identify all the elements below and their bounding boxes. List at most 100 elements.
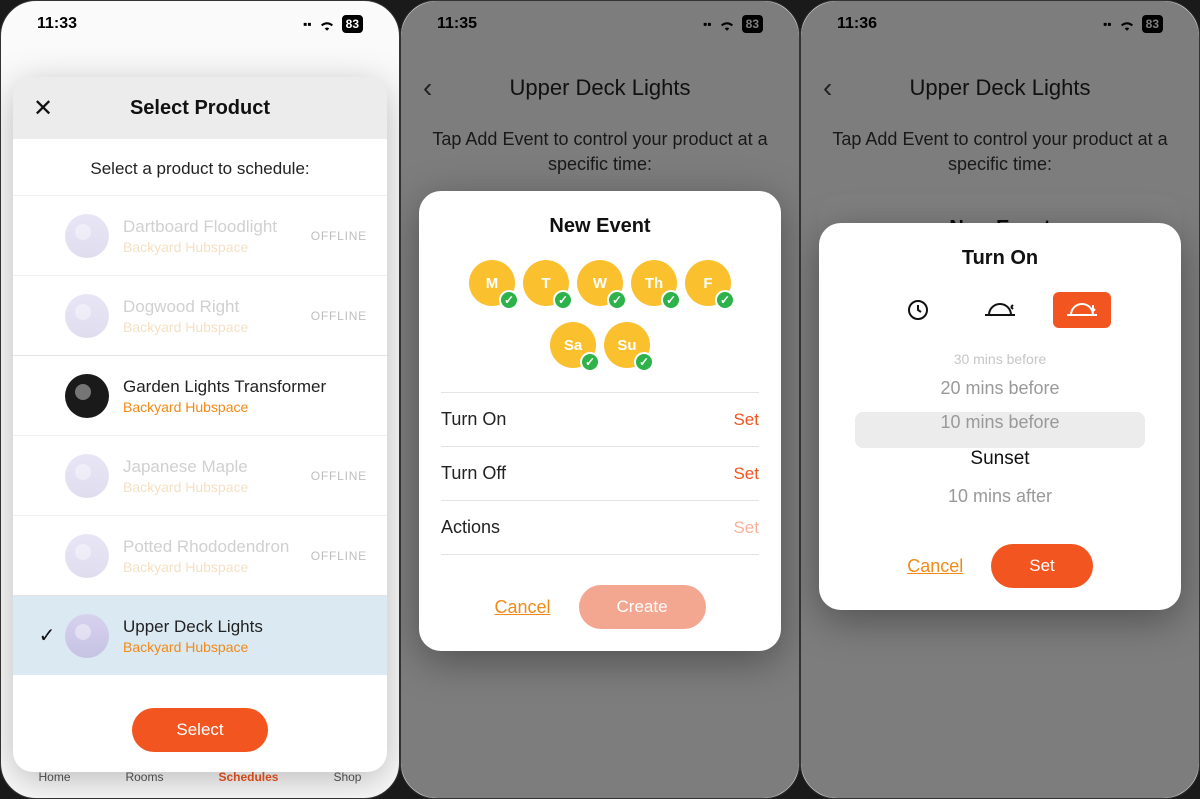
product-row[interactable]: Garden Lights Transformer Backyard Hubsp… [13, 355, 387, 435]
event-row[interactable]: Turn Off Set [441, 446, 759, 500]
product-row[interactable]: Dartboard Floodlight Backyard Hubspace O… [13, 195, 387, 275]
product-row[interactable]: Japanese Maple Backyard Hubspace OFFLINE [13, 435, 387, 515]
day-toggle[interactable]: F✓ [685, 260, 731, 306]
create-button[interactable]: Create [579, 585, 706, 629]
set-link[interactable]: Set [733, 464, 759, 484]
day-toggle[interactable]: Sa✓ [550, 322, 596, 368]
check-icon: ✓ [33, 623, 61, 648]
turn-on-dialog: Turn On 30 mins before 20 mins before 10 m… [819, 223, 1181, 610]
dialog-title: Turn On [841, 247, 1159, 270]
product-text: Upper Deck Lights Backyard Hubspace [123, 616, 367, 655]
new-event-dialog: New Event M✓T✓W✓Th✓F✓Sa✓Su✓ Turn On SetT… [419, 191, 781, 651]
sunset-mode[interactable] [1053, 292, 1111, 328]
set-button[interactable]: Set [991, 544, 1093, 588]
nav-shop[interactable]: Shop [333, 770, 361, 784]
cancel-button[interactable]: Cancel [907, 556, 963, 577]
nav-rooms[interactable]: Rooms [125, 770, 163, 784]
product-hub: Backyard Hubspace [123, 239, 311, 255]
check-badge-icon: ✓ [607, 290, 627, 310]
sheet-subtitle: Select a product to schedule: [13, 139, 387, 195]
product-text: Dartboard Floodlight Backyard Hubspace [123, 216, 311, 255]
select-product-sheet: ✕ Select Product Select a product to sch… [13, 77, 387, 772]
product-row[interactable]: Dogwood Right Backyard Hubspace OFFLINE [13, 275, 387, 355]
clock: 11:33 [37, 15, 77, 33]
day-toggle[interactable]: W✓ [577, 260, 623, 306]
dialog-title: New Event [441, 215, 759, 238]
battery: 83 [1142, 15, 1163, 33]
product-icon [65, 374, 109, 418]
product-list[interactable]: Dartboard Floodlight Backyard Hubspace O… [13, 195, 387, 692]
product-icon [65, 614, 109, 658]
back-icon[interactable]: ‹ [423, 72, 432, 104]
product-row[interactable]: ✓ Upper Deck Lights Backyard Hubspace [13, 595, 387, 675]
wifi-icon [1118, 17, 1136, 31]
day-toggle[interactable]: Su✓ [604, 322, 650, 368]
page-subhead: Tap Add Event to control your product at… [401, 127, 799, 177]
sheet-header: ✕ Select Product [13, 77, 387, 139]
event-row[interactable]: Turn On Set [441, 392, 759, 446]
nav-schedules[interactable]: Schedules [218, 770, 278, 784]
battery: 83 [342, 15, 363, 33]
product-icon [65, 454, 109, 498]
status-bar: 11:33 ▪▪ 83 [1, 1, 399, 47]
product-name: Potted Rhododendron [123, 536, 311, 557]
product-icon [65, 214, 109, 258]
picker-option[interactable]: 20 mins before [940, 374, 1059, 402]
wifi-icon [718, 17, 736, 31]
product-name: Dartboard Floodlight [123, 216, 311, 237]
close-icon[interactable]: ✕ [33, 94, 53, 123]
product-hub: Backyard Hubspace [123, 399, 367, 415]
picker-option[interactable]: 10 mins before [940, 408, 1059, 436]
cancel-button[interactable]: Cancel [494, 597, 550, 618]
back-icon[interactable]: ‹ [823, 72, 832, 104]
offset-picker[interactable]: 30 mins before 20 mins before 10 mins befo… [841, 344, 1159, 514]
product-icon [65, 294, 109, 338]
status-bar: 11:35 ▪▪ 83 [401, 1, 799, 47]
page-title: Upper Deck Lights [910, 75, 1091, 101]
event-row[interactable]: Actions Set [441, 500, 759, 555]
check-badge-icon: ✓ [634, 352, 654, 372]
check-badge-icon: ✓ [715, 290, 735, 310]
offline-label: OFFLINE [311, 229, 367, 243]
battery: 83 [742, 15, 763, 33]
phone-screen-3: 11:36 ▪▪ 83 ‹ Upper Deck Lights Tap Add … [800, 0, 1200, 799]
product-hub: Backyard Hubspace [123, 479, 311, 495]
sheet-title: Select Product [130, 97, 270, 120]
product-row[interactable]: Potted Rhododendron Backyard Hubspace OF… [13, 515, 387, 595]
check-badge-icon: ✓ [580, 352, 600, 372]
status-bar: 11:36 ▪▪ 83 [801, 1, 1199, 47]
nav-home[interactable]: Home [38, 770, 70, 784]
clock: 11:36 [837, 15, 877, 33]
phone-screen-1: 11:33 ▪▪ 83 Home Rooms Schedules Shop ✕ … [0, 0, 400, 799]
signal-icon: ▪▪ [703, 17, 712, 31]
row-label: Turn On [441, 409, 506, 430]
page-header: ‹ Upper Deck Lights [801, 61, 1199, 115]
clock-mode[interactable] [889, 292, 947, 328]
product-text: Potted Rhododendron Backyard Hubspace [123, 536, 311, 575]
day-toggle[interactable]: M✓ [469, 260, 515, 306]
picker-option[interactable]: Sunset [970, 442, 1029, 476]
check-badge-icon: ✓ [661, 290, 681, 310]
offline-label: OFFLINE [311, 549, 367, 563]
clock: 11:35 [437, 15, 477, 33]
offline-label: OFFLINE [311, 469, 367, 483]
set-link[interactable]: Set [733, 518, 759, 538]
select-button[interactable]: Select [132, 708, 267, 752]
signal-icon: ▪▪ [1103, 17, 1112, 31]
product-hub: Backyard Hubspace [123, 319, 311, 335]
set-link[interactable]: Set [733, 410, 759, 430]
picker-option[interactable]: 10 mins after [948, 482, 1052, 510]
day-toggle[interactable]: T✓ [523, 260, 569, 306]
offline-label: OFFLINE [311, 309, 367, 323]
product-text: Garden Lights Transformer Backyard Hubsp… [123, 376, 367, 415]
wifi-icon [318, 17, 336, 31]
product-text: Dogwood Right Backyard Hubspace [123, 296, 311, 335]
sunrise-mode[interactable] [971, 292, 1029, 328]
day-picker: M✓T✓W✓Th✓F✓ Sa✓Su✓ [441, 260, 759, 368]
product-hub: Backyard Hubspace [123, 559, 311, 575]
day-toggle[interactable]: Th✓ [631, 260, 677, 306]
page-subhead: Tap Add Event to control your product at… [801, 127, 1199, 177]
product-name: Garden Lights Transformer [123, 376, 367, 397]
check-badge-icon: ✓ [553, 290, 573, 310]
picker-option[interactable]: 30 mins before [954, 350, 1047, 368]
